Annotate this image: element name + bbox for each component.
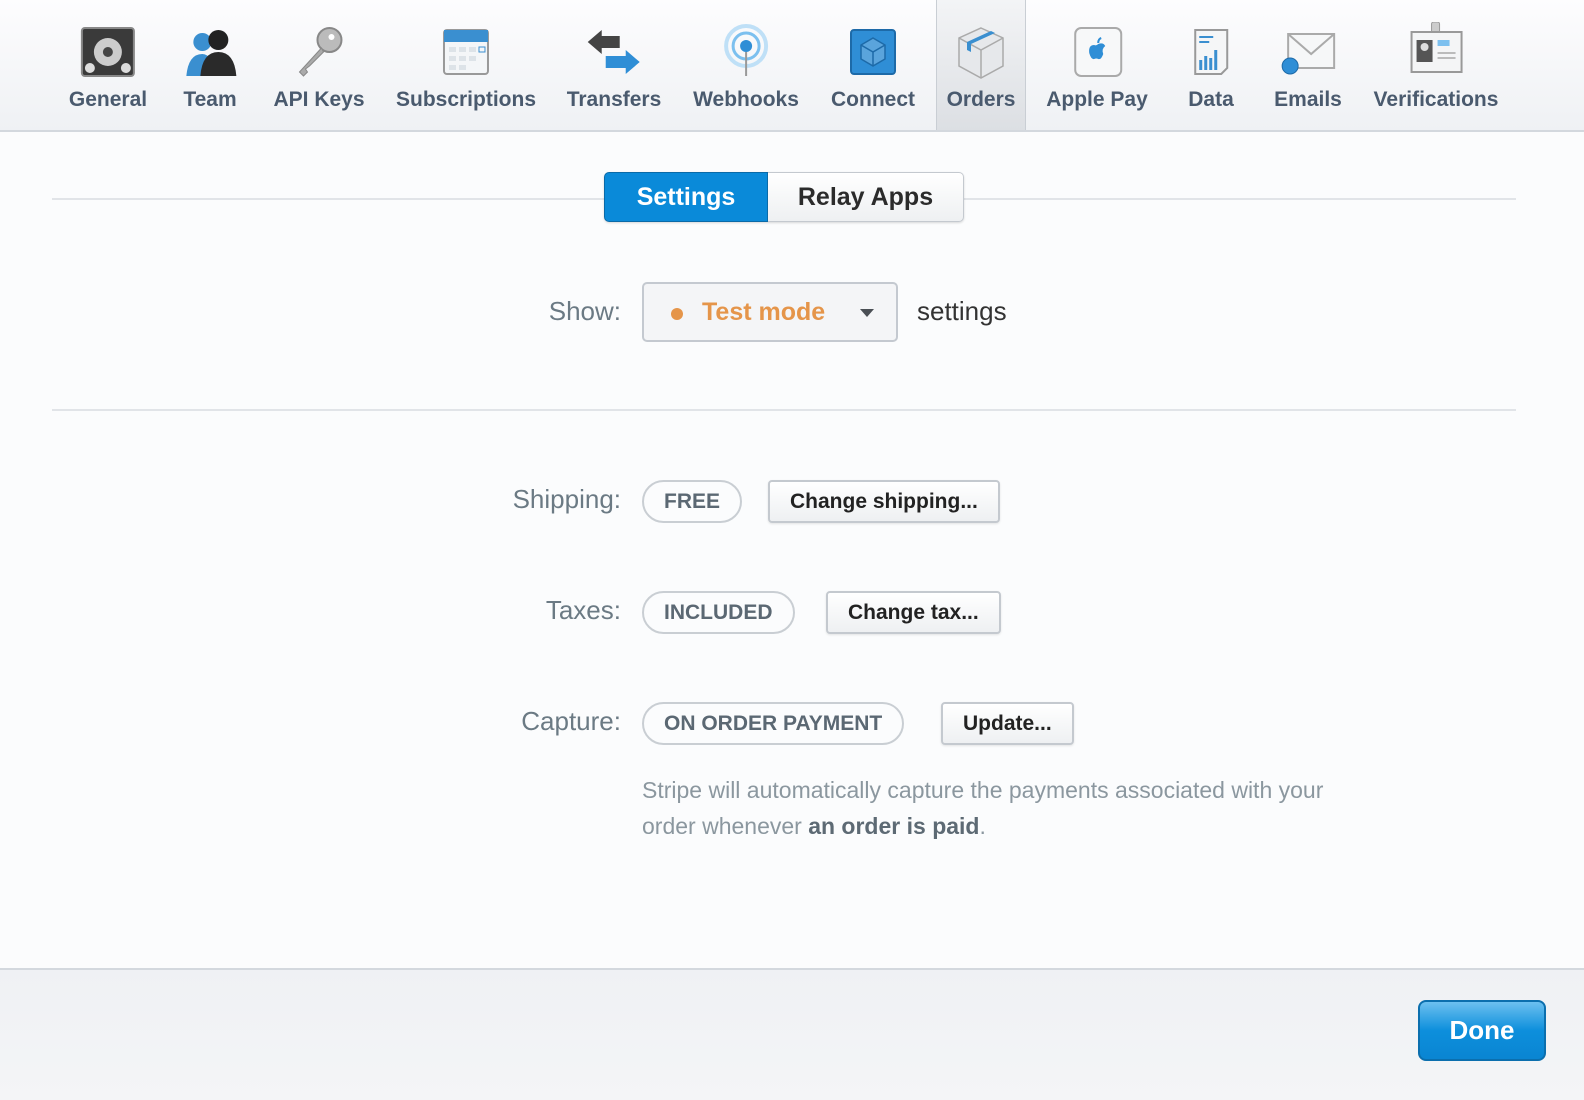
tab-orders[interactable]: Orders bbox=[936, 0, 1026, 130]
test-mode-dot-icon bbox=[671, 308, 683, 320]
show-label: Show: bbox=[548, 296, 621, 326]
footer bbox=[0, 968, 1584, 1100]
id-badge-icon bbox=[1410, 22, 1463, 73]
tab-subscriptions[interactable]: Subscriptions bbox=[387, 0, 545, 130]
description-bold: an order is paid bbox=[808, 813, 980, 839]
capture-badge: ON ORDER PAYMENT bbox=[642, 702, 905, 745]
view-switcher: Settings Relay Apps bbox=[604, 172, 964, 222]
shipping-label: Shipping: bbox=[512, 484, 621, 514]
caret-down-icon bbox=[860, 309, 874, 317]
tab-webhooks[interactable]: Webhooks bbox=[684, 0, 808, 130]
taxes-label: Taxes: bbox=[545, 595, 621, 625]
gear-icon bbox=[81, 27, 135, 77]
tab-emails[interactable]: Emails bbox=[1265, 0, 1351, 130]
transfer-arrows-icon bbox=[588, 30, 640, 74]
capture-description: Stripe will automatically capture the pa… bbox=[642, 772, 1342, 844]
broadcast-icon bbox=[723, 24, 768, 76]
calendar-icon bbox=[443, 29, 489, 75]
chart-document-icon bbox=[1194, 29, 1228, 75]
update-capture-button[interactable]: Update... bbox=[941, 702, 1074, 745]
tab-api-keys[interactable]: API Keys bbox=[264, 0, 373, 130]
mode-dropdown[interactable]: Test mode bbox=[642, 282, 898, 342]
tab-settings[interactable]: Settings bbox=[604, 172, 768, 222]
box-icon bbox=[958, 27, 1004, 79]
tab-general[interactable]: General bbox=[60, 0, 156, 130]
divider bbox=[52, 409, 1516, 411]
taxes-badge: INCLUDED bbox=[642, 591, 795, 634]
change-tax-button[interactable]: Change tax... bbox=[826, 591, 1001, 634]
tab-transfers[interactable]: Transfers bbox=[558, 0, 671, 130]
mode-value: Test mode bbox=[702, 298, 826, 326]
settings-toolbar: General Team API Keys Subscriptions Tran… bbox=[0, 0, 1584, 132]
team-icon bbox=[186, 30, 236, 76]
tab-connect[interactable]: Connect bbox=[822, 0, 924, 130]
tab-apple-pay[interactable]: Apple Pay bbox=[1037, 0, 1157, 130]
cube-icon bbox=[850, 29, 896, 75]
tab-data[interactable]: Data bbox=[1179, 0, 1243, 130]
capture-label: Capture: bbox=[521, 706, 621, 736]
envelope-icon bbox=[1281, 33, 1335, 75]
shipping-badge: FREE bbox=[642, 480, 743, 523]
show-suffix: settings bbox=[917, 296, 1007, 326]
done-button[interactable]: Done bbox=[1418, 1000, 1546, 1061]
apple-icon bbox=[1073, 27, 1122, 77]
key-icon bbox=[298, 27, 342, 77]
description-end: . bbox=[979, 813, 986, 839]
change-shipping-button[interactable]: Change shipping... bbox=[768, 480, 1000, 523]
tab-team[interactable]: Team bbox=[174, 0, 245, 130]
tab-relay-apps[interactable]: Relay Apps bbox=[768, 172, 964, 222]
tab-verifications[interactable]: Verifications bbox=[1365, 0, 1508, 130]
